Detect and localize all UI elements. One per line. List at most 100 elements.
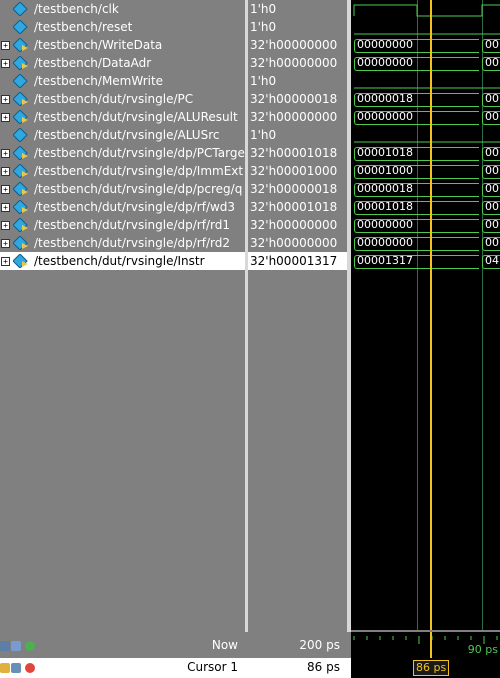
wave-row[interactable]: 00000000 00 bbox=[351, 108, 500, 126]
bus-value-label: 00 bbox=[485, 92, 499, 105]
value-row[interactable]: 32'h00001018 bbox=[248, 144, 347, 162]
expand-toggle-icon[interactable]: + bbox=[1, 149, 10, 158]
value-row[interactable]: 32'h00000018 bbox=[248, 180, 347, 198]
expand-toggle-icon[interactable]: + bbox=[1, 41, 10, 50]
value-row[interactable]: 32'h00000000 bbox=[248, 216, 347, 234]
signal-name: /testbench/dut/rvsingle/dp/rf/rd2 bbox=[34, 236, 230, 250]
wrench-icon[interactable] bbox=[11, 663, 21, 673]
bus-signal-icon bbox=[13, 56, 28, 70]
bit-waveform bbox=[354, 87, 500, 89]
wave-row[interactable] bbox=[351, 0, 500, 18]
signal-name: /testbench/WriteData bbox=[34, 38, 163, 52]
signal-row[interactable]: + /testbench/dut/rvsingle/Instr bbox=[0, 252, 245, 270]
remove-icon[interactable] bbox=[25, 663, 35, 673]
value-row[interactable]: 32'h00000000 bbox=[248, 108, 347, 126]
now-value: 200 ps bbox=[299, 638, 340, 652]
wave-row[interactable]: 00000018 00 bbox=[351, 90, 500, 108]
zoom-icon[interactable] bbox=[0, 641, 10, 651]
bus-value-label: 00 bbox=[485, 218, 499, 231]
signal-row[interactable]: + /testbench/dut/rvsingle/dp/rf/rd1 bbox=[0, 216, 245, 234]
signal-value: 1'h0 bbox=[250, 74, 277, 88]
wave-row[interactable]: 00000000 00 bbox=[351, 216, 500, 234]
signal-value: 32'h00000000 bbox=[250, 218, 338, 232]
bus-value-label: 00000018 bbox=[357, 182, 413, 195]
cursor-track[interactable]: 86 ps bbox=[351, 658, 500, 678]
signal-row[interactable]: + /testbench/dut/rvsingle/dp/rf/wd3 bbox=[0, 198, 245, 216]
expand-toggle-icon[interactable]: + bbox=[1, 113, 10, 122]
waveform-pane[interactable]: 00000000 00 00000000 00 00000018 00 00000000 00… bbox=[351, 0, 500, 630]
add-icon[interactable] bbox=[25, 641, 35, 651]
value-row[interactable]: 32'h00000000 bbox=[248, 36, 347, 54]
bus-value-label: 00 bbox=[485, 38, 499, 51]
expand-toggle-icon[interactable]: + bbox=[1, 257, 10, 266]
signal-value: 32'h00000000 bbox=[250, 38, 338, 52]
wave-row[interactable]: 00000000 00 bbox=[351, 234, 500, 252]
value-row[interactable]: 32'h00001317 bbox=[248, 252, 347, 270]
wave-row[interactable] bbox=[351, 18, 500, 36]
expand-toggle-icon[interactable]: + bbox=[1, 59, 10, 68]
wave-row[interactable]: 00001018 00 bbox=[351, 198, 500, 216]
signal-row[interactable]: /testbench/clk bbox=[0, 0, 245, 18]
value-row[interactable]: 32'h00001018 bbox=[248, 198, 347, 216]
bus-value-label: 00 bbox=[485, 110, 499, 123]
bit-signal-icon bbox=[13, 2, 28, 16]
expand-toggle-icon[interactable]: + bbox=[1, 95, 10, 104]
expand-toggle-icon[interactable]: + bbox=[1, 221, 10, 230]
signal-row[interactable]: /testbench/MemWrite bbox=[0, 72, 245, 90]
expand-toggle-icon[interactable]: + bbox=[1, 203, 10, 212]
expand-toggle-icon[interactable]: + bbox=[1, 185, 10, 194]
wave-row[interactable]: 00000000 00 bbox=[351, 54, 500, 72]
bit-waveform bbox=[353, 4, 500, 17]
cursor-label: Cursor 1 bbox=[187, 660, 238, 674]
signal-value: 32'h00000018 bbox=[250, 92, 338, 106]
bus-value-label: 00 bbox=[485, 182, 499, 195]
signal-row[interactable]: + /testbench/dut/rvsingle/dp/pcreg/q bbox=[0, 180, 245, 198]
screen-icon[interactable] bbox=[11, 641, 21, 651]
signal-row[interactable]: + /testbench/dut/rvsingle/dp/rf/rd2 bbox=[0, 234, 245, 252]
value-row[interactable]: 32'h00000000 bbox=[248, 234, 347, 252]
signal-name: /testbench/dut/rvsingle/ALUResult bbox=[34, 110, 238, 124]
value-row[interactable]: 32'h00000018 bbox=[248, 90, 347, 108]
signal-row[interactable]: /testbench/dut/rvsingle/ALUSrc bbox=[0, 126, 245, 144]
signal-name: /testbench/MemWrite bbox=[34, 74, 164, 88]
signal-row[interactable]: + /testbench/dut/rvsingle/dp/PCTarget bbox=[0, 144, 245, 162]
wave-row[interactable]: 00000018 00 bbox=[351, 180, 500, 198]
bit-signal-icon bbox=[13, 20, 28, 34]
bus-signal-icon bbox=[13, 110, 28, 124]
bus-signal-icon bbox=[13, 164, 28, 178]
signal-values-pane[interactable]: 1'h0 1'h0 32'h00000000 32'h00000000 1'h0 32'h… bbox=[248, 0, 347, 630]
signal-row[interactable]: + /testbench/DataAdr bbox=[0, 54, 245, 72]
value-row[interactable]: 32'h00001000 bbox=[248, 162, 347, 180]
value-row[interactable]: 1'h0 bbox=[248, 72, 347, 90]
expand-toggle-icon[interactable]: + bbox=[1, 167, 10, 176]
value-row[interactable]: 32'h00000000 bbox=[248, 54, 347, 72]
signal-value: 32'h00001018 bbox=[250, 200, 338, 214]
signal-row[interactable]: + /testbench/dut/rvsingle/dp/ImmExt bbox=[0, 162, 245, 180]
value-row[interactable]: 1'h0 bbox=[248, 0, 347, 18]
wave-row[interactable]: 00000000 00 bbox=[351, 36, 500, 54]
bus-value-label: 00000000 bbox=[357, 56, 413, 69]
bit-waveform bbox=[354, 33, 500, 35]
bus-value-label: 00000000 bbox=[357, 38, 413, 51]
wave-row[interactable]: 00001000 00 bbox=[351, 162, 500, 180]
cursor-line[interactable] bbox=[430, 0, 432, 630]
signal-row[interactable]: + /testbench/WriteData bbox=[0, 36, 245, 54]
signal-names-pane[interactable]: /testbench/clk/testbench/reset + /testbenc… bbox=[0, 0, 245, 630]
wave-row[interactable]: 00001018 00 bbox=[351, 144, 500, 162]
timeline-ruler[interactable]: 90 ps bbox=[351, 632, 500, 658]
value-row[interactable]: 1'h0 bbox=[248, 18, 347, 36]
wave-row[interactable] bbox=[351, 126, 500, 144]
folder-icon[interactable] bbox=[0, 663, 10, 673]
expand-toggle-icon[interactable]: + bbox=[1, 239, 10, 248]
wave-row[interactable] bbox=[351, 72, 500, 90]
value-row[interactable]: 1'h0 bbox=[248, 126, 347, 144]
bus-value-label: 00 bbox=[485, 146, 499, 159]
wave-row[interactable]: 00001317 04 bbox=[351, 252, 500, 270]
bus-value-label: 00000018 bbox=[357, 92, 413, 105]
signal-row[interactable]: + /testbench/dut/rvsingle/ALUResult bbox=[0, 108, 245, 126]
signal-row[interactable]: + /testbench/dut/rvsingle/PC bbox=[0, 90, 245, 108]
cursor-row: Cursor 1 86 ps 86 ps bbox=[0, 658, 500, 678]
signal-row[interactable]: /testbench/reset bbox=[0, 18, 245, 36]
bus-signal-icon bbox=[13, 38, 28, 52]
cursor-marker[interactable]: 86 ps bbox=[413, 660, 450, 676]
